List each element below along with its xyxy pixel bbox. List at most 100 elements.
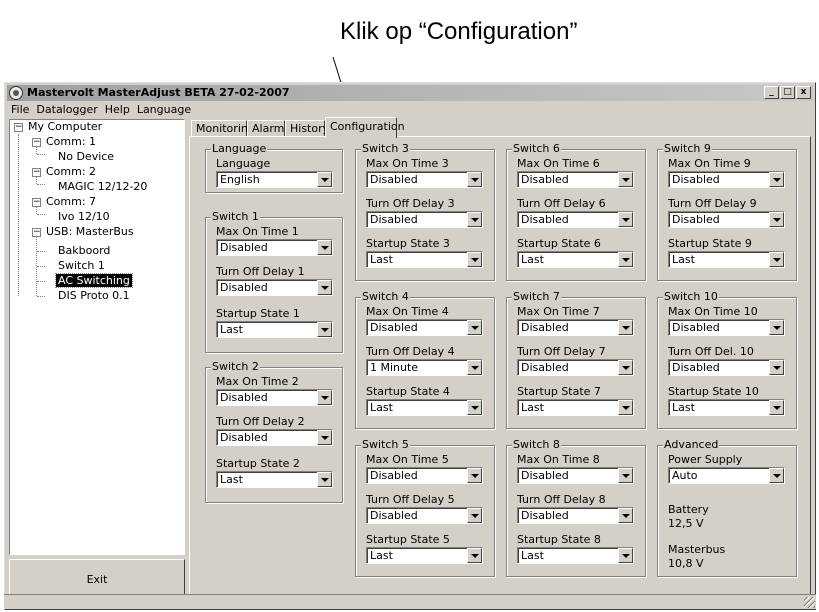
close-button[interactable]: x (796, 86, 811, 99)
dropdown-arrow-icon[interactable] (467, 508, 482, 523)
dropdown-arrow-icon[interactable] (769, 252, 784, 267)
tree-item-my-computer[interactable]: My Computer (26, 120, 104, 134)
max-on-time-9-label: Max On Time 9 (668, 157, 751, 170)
startup-state-5-select[interactable]: Last (366, 547, 483, 564)
title-bar[interactable]: Mastervolt MasterAdjust BETA 27-02-2007 … (7, 85, 813, 101)
dropdown-arrow-icon[interactable] (467, 468, 482, 483)
tree-item-no-device[interactable]: No Device (56, 150, 116, 164)
dropdown-arrow-icon[interactable] (467, 320, 482, 335)
turn-off-delay-1-select[interactable]: Disabled (216, 279, 333, 296)
turn-off-delay-8-select[interactable]: Disabled (517, 507, 634, 524)
power-supply-select[interactable]: Auto (668, 467, 785, 484)
maximize-button[interactable]: □ (780, 86, 795, 99)
dropdown-arrow-icon[interactable] (467, 360, 482, 375)
startup-state-10-label: Startup State 10 (668, 385, 759, 398)
max-on-time-6-select[interactable]: Disabled (517, 171, 634, 188)
max-on-time-10-select[interactable]: Disabled (668, 319, 785, 336)
dropdown-arrow-icon[interactable] (618, 508, 633, 523)
dropdown-arrow-icon[interactable] (317, 240, 332, 255)
turn-off-delay-6-select[interactable]: Disabled (517, 211, 634, 228)
max-on-time-9-select[interactable]: Disabled (668, 171, 785, 188)
menu-help[interactable]: Help (105, 103, 130, 116)
tab-monitoring[interactable]: Monitoring (191, 120, 255, 137)
dropdown-arrow-icon[interactable] (618, 400, 633, 415)
max-on-time-2-select[interactable]: Disabled (216, 389, 333, 406)
tree-item-dis-proto[interactable]: DIS Proto 0.1 (56, 289, 132, 303)
resize-grip-icon[interactable] (804, 597, 815, 608)
startup-state-2-select[interactable]: Last (216, 471, 333, 488)
startup-state-5-label: Startup State 5 (366, 533, 450, 546)
group-switch-9: Switch 9 Max On Time 9 Disabled Turn Off… (657, 143, 797, 281)
dropdown-arrow-icon[interactable] (317, 430, 332, 445)
tree-item-switch1[interactable]: Switch 1 (56, 259, 107, 273)
turn-off-delay-5-select[interactable]: Disabled (366, 507, 483, 524)
startup-state-7-label: Startup State 7 (517, 385, 601, 398)
dropdown-arrow-icon[interactable] (317, 172, 332, 187)
menu-file[interactable]: File (11, 103, 29, 116)
dropdown-arrow-icon[interactable] (769, 212, 784, 227)
expand-toggle-icon[interactable]: − (32, 138, 41, 147)
dropdown-arrow-icon[interactable] (467, 172, 482, 187)
startup-state-10-select[interactable]: Last (668, 399, 785, 416)
dropdown-arrow-icon[interactable] (618, 252, 633, 267)
dropdown-arrow-icon[interactable] (618, 320, 633, 335)
tree-item-comm1[interactable]: Comm: 1 (44, 135, 98, 149)
dropdown-arrow-icon[interactable] (769, 172, 784, 187)
tab-history[interactable]: History (285, 120, 329, 137)
turn-off-delay-10-select[interactable]: Disabled (668, 359, 785, 376)
dropdown-arrow-icon[interactable] (317, 472, 332, 487)
dropdown-arrow-icon[interactable] (618, 212, 633, 227)
dropdown-arrow-icon[interactable] (618, 468, 633, 483)
startup-state-8-select[interactable]: Last (517, 547, 634, 564)
max-on-time-4-select[interactable]: Disabled (366, 319, 483, 336)
dropdown-arrow-icon[interactable] (769, 320, 784, 335)
tree-item-comm7[interactable]: Comm: 7 (44, 195, 98, 209)
menu-language[interactable]: Language (137, 103, 191, 116)
dropdown-arrow-icon[interactable] (769, 400, 784, 415)
dropdown-arrow-icon[interactable] (317, 390, 332, 405)
tree-item-usb-masterbus[interactable]: USB: MasterBus (44, 225, 136, 239)
turn-off-delay-7-select[interactable]: Disabled (517, 359, 634, 376)
tree-item-ac-switching[interactable]: AC Switching (55, 273, 133, 288)
startup-state-3-select[interactable]: Last (366, 251, 483, 268)
max-on-time-5-select[interactable]: Disabled (366, 467, 483, 484)
tab-alarm[interactable]: Alarm (247, 120, 285, 137)
max-on-time-3-select[interactable]: Disabled (366, 171, 483, 188)
expand-toggle-icon[interactable]: − (14, 123, 23, 132)
startup-state-1-select[interactable]: Last (216, 321, 333, 338)
turn-off-delay-2-select[interactable]: Disabled (216, 429, 333, 446)
minimize-button[interactable]: _ (764, 86, 779, 99)
expand-toggle-icon[interactable]: − (32, 198, 41, 207)
dropdown-arrow-icon[interactable] (467, 212, 482, 227)
tree-item-ivo[interactable]: Ivo 12/10 (56, 210, 112, 224)
power-supply-label: Power Supply (668, 453, 743, 466)
startup-state-9-select[interactable]: Last (668, 251, 785, 268)
menu-datalogger[interactable]: Datalogger (36, 103, 97, 116)
dropdown-arrow-icon[interactable] (769, 360, 784, 375)
dropdown-arrow-icon[interactable] (467, 252, 482, 267)
tab-configuration[interactable]: Configuration (325, 117, 405, 138)
startup-state-4-select[interactable]: Last (366, 399, 483, 416)
expand-toggle-icon[interactable]: − (32, 168, 41, 177)
dropdown-arrow-icon[interactable] (467, 400, 482, 415)
expand-toggle-icon[interactable]: − (32, 228, 41, 237)
dropdown-arrow-icon[interactable] (317, 322, 332, 337)
dropdown-arrow-icon[interactable] (618, 360, 633, 375)
tree-item-comm2[interactable]: Comm: 2 (44, 165, 98, 179)
turn-off-delay-4-select[interactable]: 1 Minute (366, 359, 483, 376)
tree-item-bakboord[interactable]: Bakboord (56, 244, 112, 258)
dropdown-arrow-icon[interactable] (769, 468, 784, 483)
dropdown-arrow-icon[interactable] (618, 172, 633, 187)
dropdown-arrow-icon[interactable] (317, 280, 332, 295)
tree-item-magic[interactable]: MAGIC 12/12-20 (56, 180, 149, 194)
language-select[interactable]: English (216, 171, 333, 188)
dropdown-arrow-icon[interactable] (618, 548, 633, 563)
turn-off-delay-3-select[interactable]: Disabled (366, 211, 483, 228)
max-on-time-1-select[interactable]: Disabled (216, 239, 333, 256)
startup-state-7-select[interactable]: Last (517, 399, 634, 416)
dropdown-arrow-icon[interactable] (467, 548, 482, 563)
startup-state-6-select[interactable]: Last (517, 251, 634, 268)
max-on-time-8-select[interactable]: Disabled (517, 467, 634, 484)
turn-off-delay-9-select[interactable]: Disabled (668, 211, 785, 228)
max-on-time-7-select[interactable]: Disabled (517, 319, 634, 336)
